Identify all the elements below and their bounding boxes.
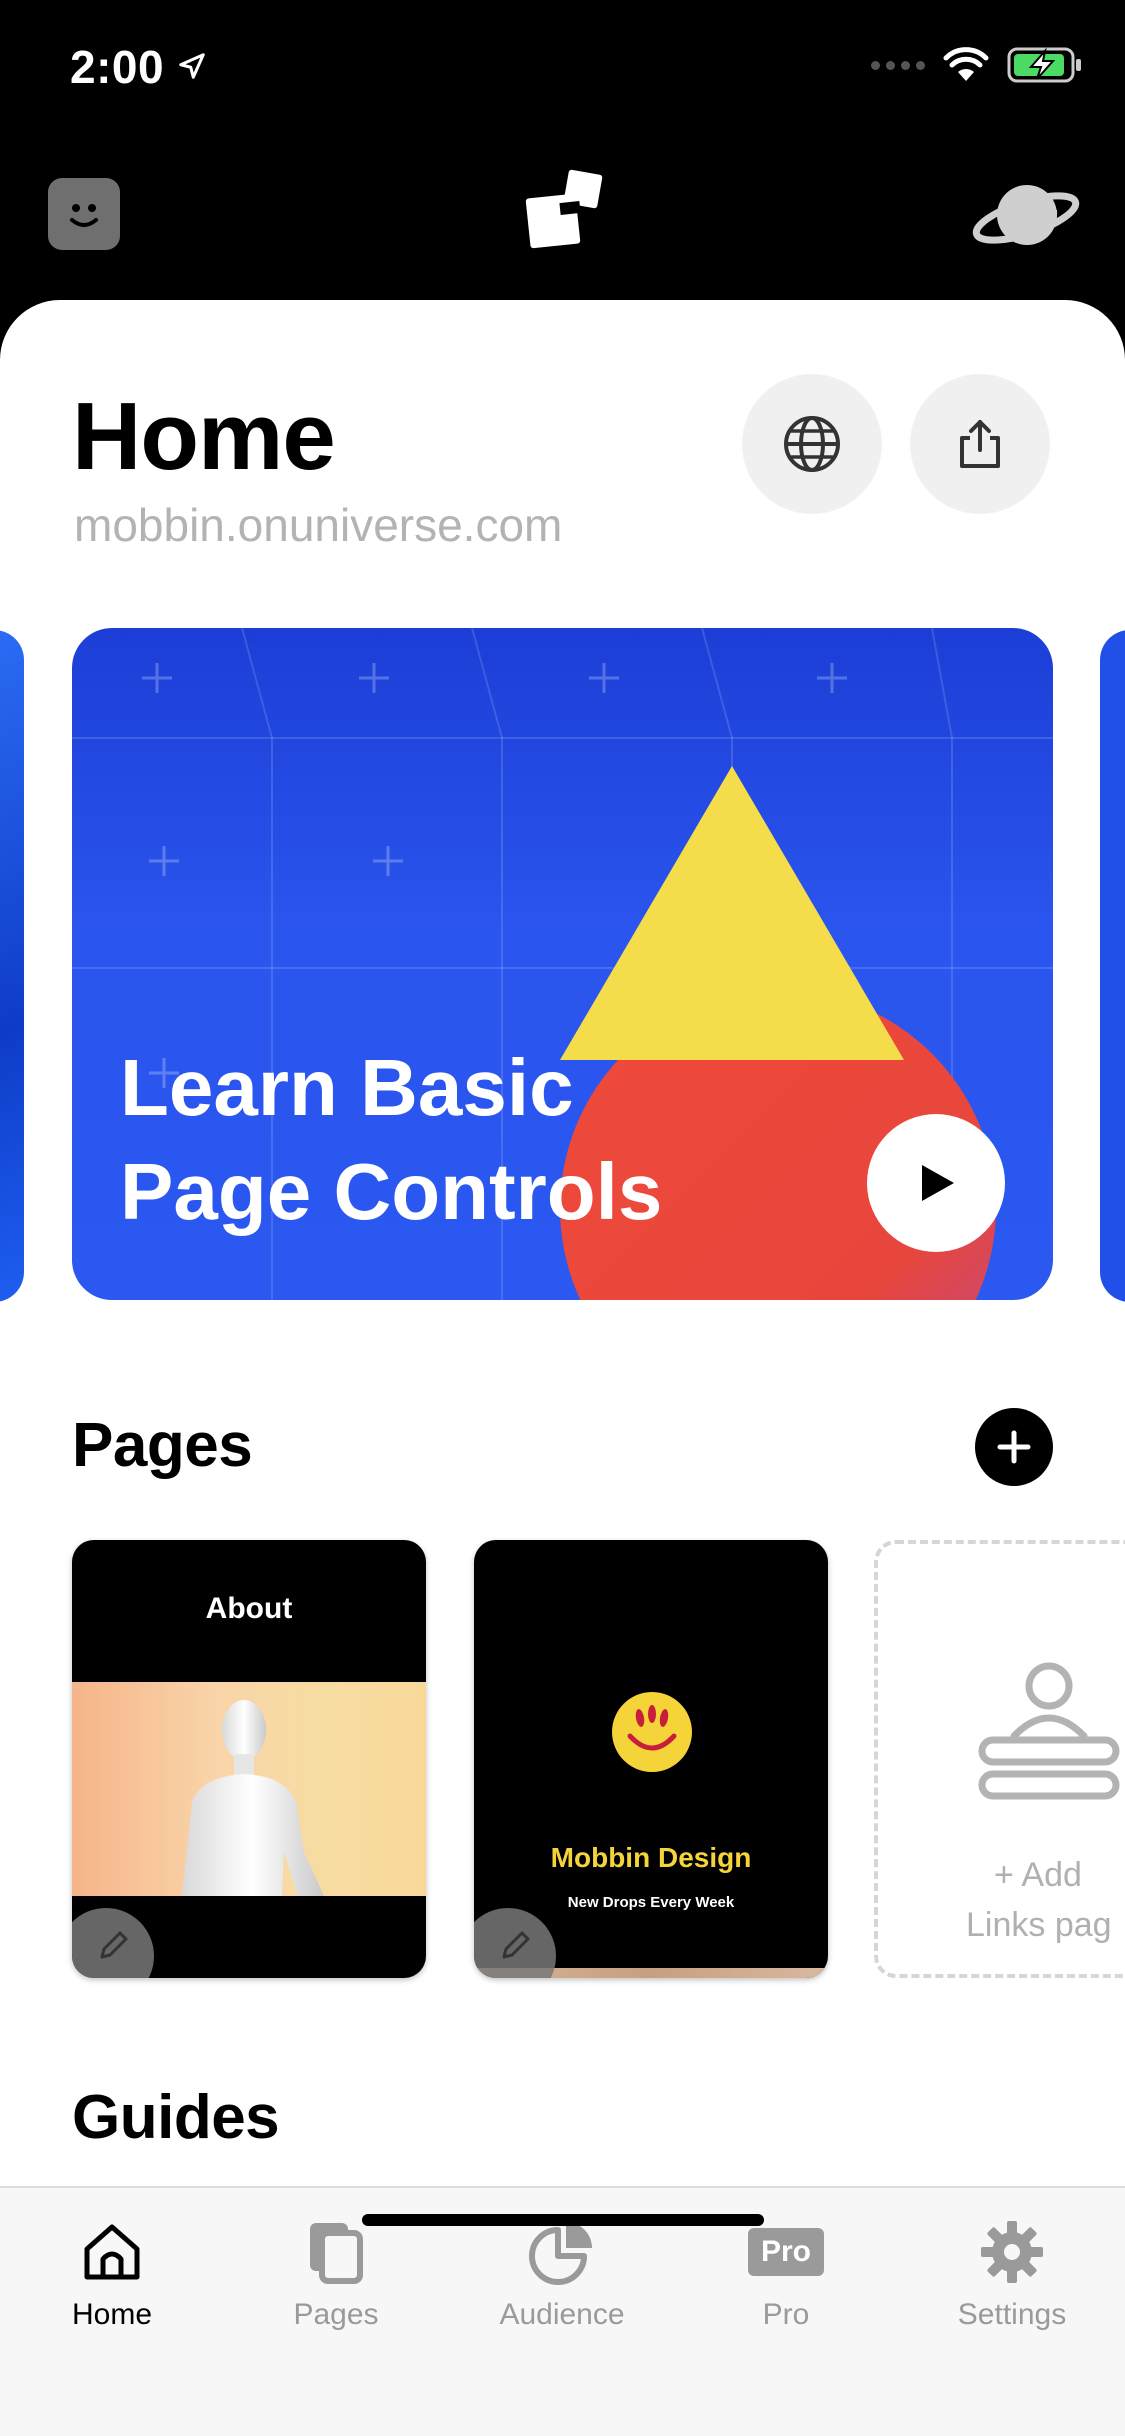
guide-title-line-2: Page Controls <box>120 1147 663 1236</box>
add-links-page-card[interactable]: + Add Links pag <box>874 1540 1125 1978</box>
page-card-about[interactable]: About <box>72 1540 426 1978</box>
tab-pages-label: Pages <box>293 2298 379 2331</box>
cellular-signal-icon <box>871 60 925 70</box>
page-card-name: Mobbin Design <box>550 1842 752 1873</box>
play-button[interactable] <box>867 1114 1005 1252</box>
profile-face-button[interactable] <box>48 178 120 250</box>
tab-home[interactable]: Home <box>12 2214 212 2344</box>
pro-badge-icon: Pro <box>748 2228 824 2276</box>
share-button[interactable] <box>910 374 1050 514</box>
play-icon <box>922 1165 954 1201</box>
plus-icon <box>997 1430 1031 1464</box>
tab-pro-label: Pro <box>762 2298 810 2331</box>
mannequin-image <box>72 1682 426 1896</box>
pencil-icon <box>100 1931 128 1959</box>
next-guide-card[interactable] <box>1100 630 1125 1302</box>
add-page-button[interactable] <box>975 1408 1053 1486</box>
tab-settings-label: Settings <box>957 2298 1067 2331</box>
previous-guide-card[interactable] <box>0 630 24 1302</box>
links-page-icon <box>978 1662 1120 1800</box>
app-bar <box>0 150 1125 280</box>
tab-settings[interactable]: Settings <box>912 2214 1112 2344</box>
universe-logo <box>525 169 603 249</box>
share-icon <box>960 420 1000 468</box>
status-time: 2:00 <box>70 40 207 94</box>
home-icon <box>84 2224 140 2280</box>
guide-title: Learn Basic Page Controls <box>120 1036 662 1244</box>
add-links-label-line-2: Links pag <box>966 1906 1112 1944</box>
guide-title-line-1: Learn Basic <box>120 1043 574 1132</box>
pie-chart-icon <box>529 2222 592 2285</box>
yellow-smiley-icon <box>612 1692 692 1772</box>
home-indicator[interactable] <box>362 2214 764 2226</box>
pages-section-title: Pages <box>72 1411 253 1480</box>
pencil-icon <box>502 1931 530 1959</box>
pages-icon <box>310 2223 363 2284</box>
guides-section-title: Guides <box>72 2083 280 2152</box>
tab-pages[interactable]: Pages <box>236 2214 436 2344</box>
status-bar: 2:00 <box>0 0 1125 140</box>
battery-charging-icon <box>1007 47 1081 83</box>
status-icons <box>871 46 1083 84</box>
guide-video-card[interactable]: Learn Basic Page Controls <box>72 628 1053 1300</box>
view-site-button[interactable] <box>742 374 882 514</box>
status-time-text: 2:00 <box>70 41 165 93</box>
gear-icon <box>981 2221 1043 2283</box>
site-url[interactable]: mobbin.onuniverse.com <box>74 498 562 552</box>
tab-home-label: Home <box>71 2298 153 2331</box>
tab-audience-label: Audience <box>499 2298 625 2331</box>
home-sheet: Home mobbin.onuniverse.com Learn Basic P… <box>0 300 1125 2187</box>
tab-audience[interactable]: Audience <box>462 2214 662 2344</box>
planet-icon[interactable] <box>971 170 1081 260</box>
page-card-mobbin-design[interactable]: Mobbin Design New Drops Every Week <box>474 1540 828 1978</box>
add-links-label: + Add Links pag <box>966 1850 1125 1950</box>
smiley-face-icon <box>70 204 98 227</box>
tab-pro[interactable]: Pro Pro <box>686 2214 886 2344</box>
globe-icon <box>784 416 840 472</box>
edit-page-button[interactable] <box>72 1908 154 1978</box>
page-card-tagline: New Drops Every Week <box>567 1894 735 1911</box>
location-arrow-icon <box>179 53 206 79</box>
page-title: Home <box>72 383 336 490</box>
wifi-icon <box>943 47 989 81</box>
edit-page-button[interactable] <box>474 1908 556 1978</box>
page-card-label: About <box>205 1592 293 1625</box>
add-links-label-line-1: + Add <box>994 1856 1082 1894</box>
